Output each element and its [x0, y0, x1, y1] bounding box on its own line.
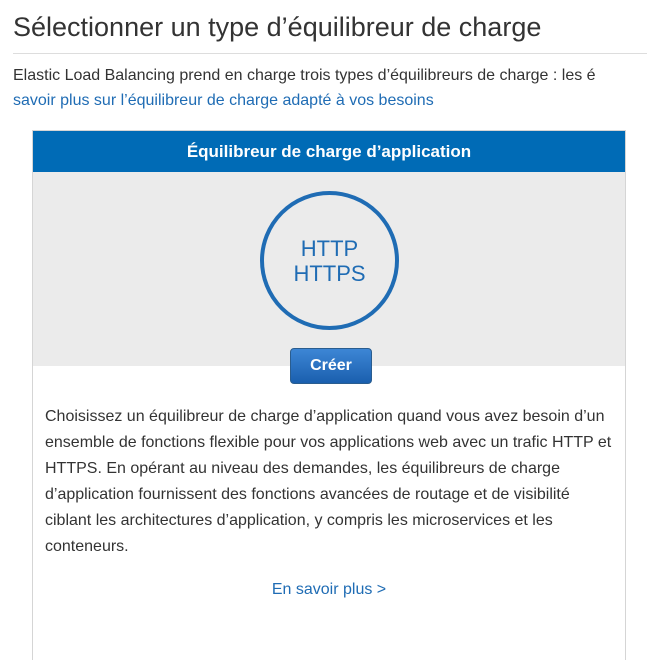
card-header: Équilibreur de charge d’application	[33, 131, 625, 172]
protocol-circle: HTTP HTTPS	[260, 191, 399, 330]
title-divider	[13, 53, 647, 54]
card-visual: HTTP HTTPS Créer	[33, 172, 625, 384]
learn-more-link[interactable]: En savoir plus >	[33, 581, 625, 599]
create-button[interactable]: Créer	[290, 348, 372, 384]
intro-paragraph: Elastic Load Balancing prend en charge t…	[13, 63, 647, 113]
card-description: Choisissez un équilibreur de charge d’ap…	[45, 408, 612, 555]
intro-text: Elastic Load Balancing prend en charge t…	[13, 67, 596, 84]
protocol-http: HTTP	[300, 235, 359, 261]
page-title: Sélectionner un type d’équilibreur de ch…	[13, 12, 542, 42]
protocol-https: HTTPS	[293, 260, 366, 286]
intro-learn-more-link[interactable]: savoir plus sur l’équilibreur de charge …	[13, 88, 647, 113]
page: Sélectionner un type d’équilibreur de ch…	[0, 0, 647, 660]
application-load-balancer-card: Équilibreur de charge d’application HTTP…	[32, 130, 626, 660]
